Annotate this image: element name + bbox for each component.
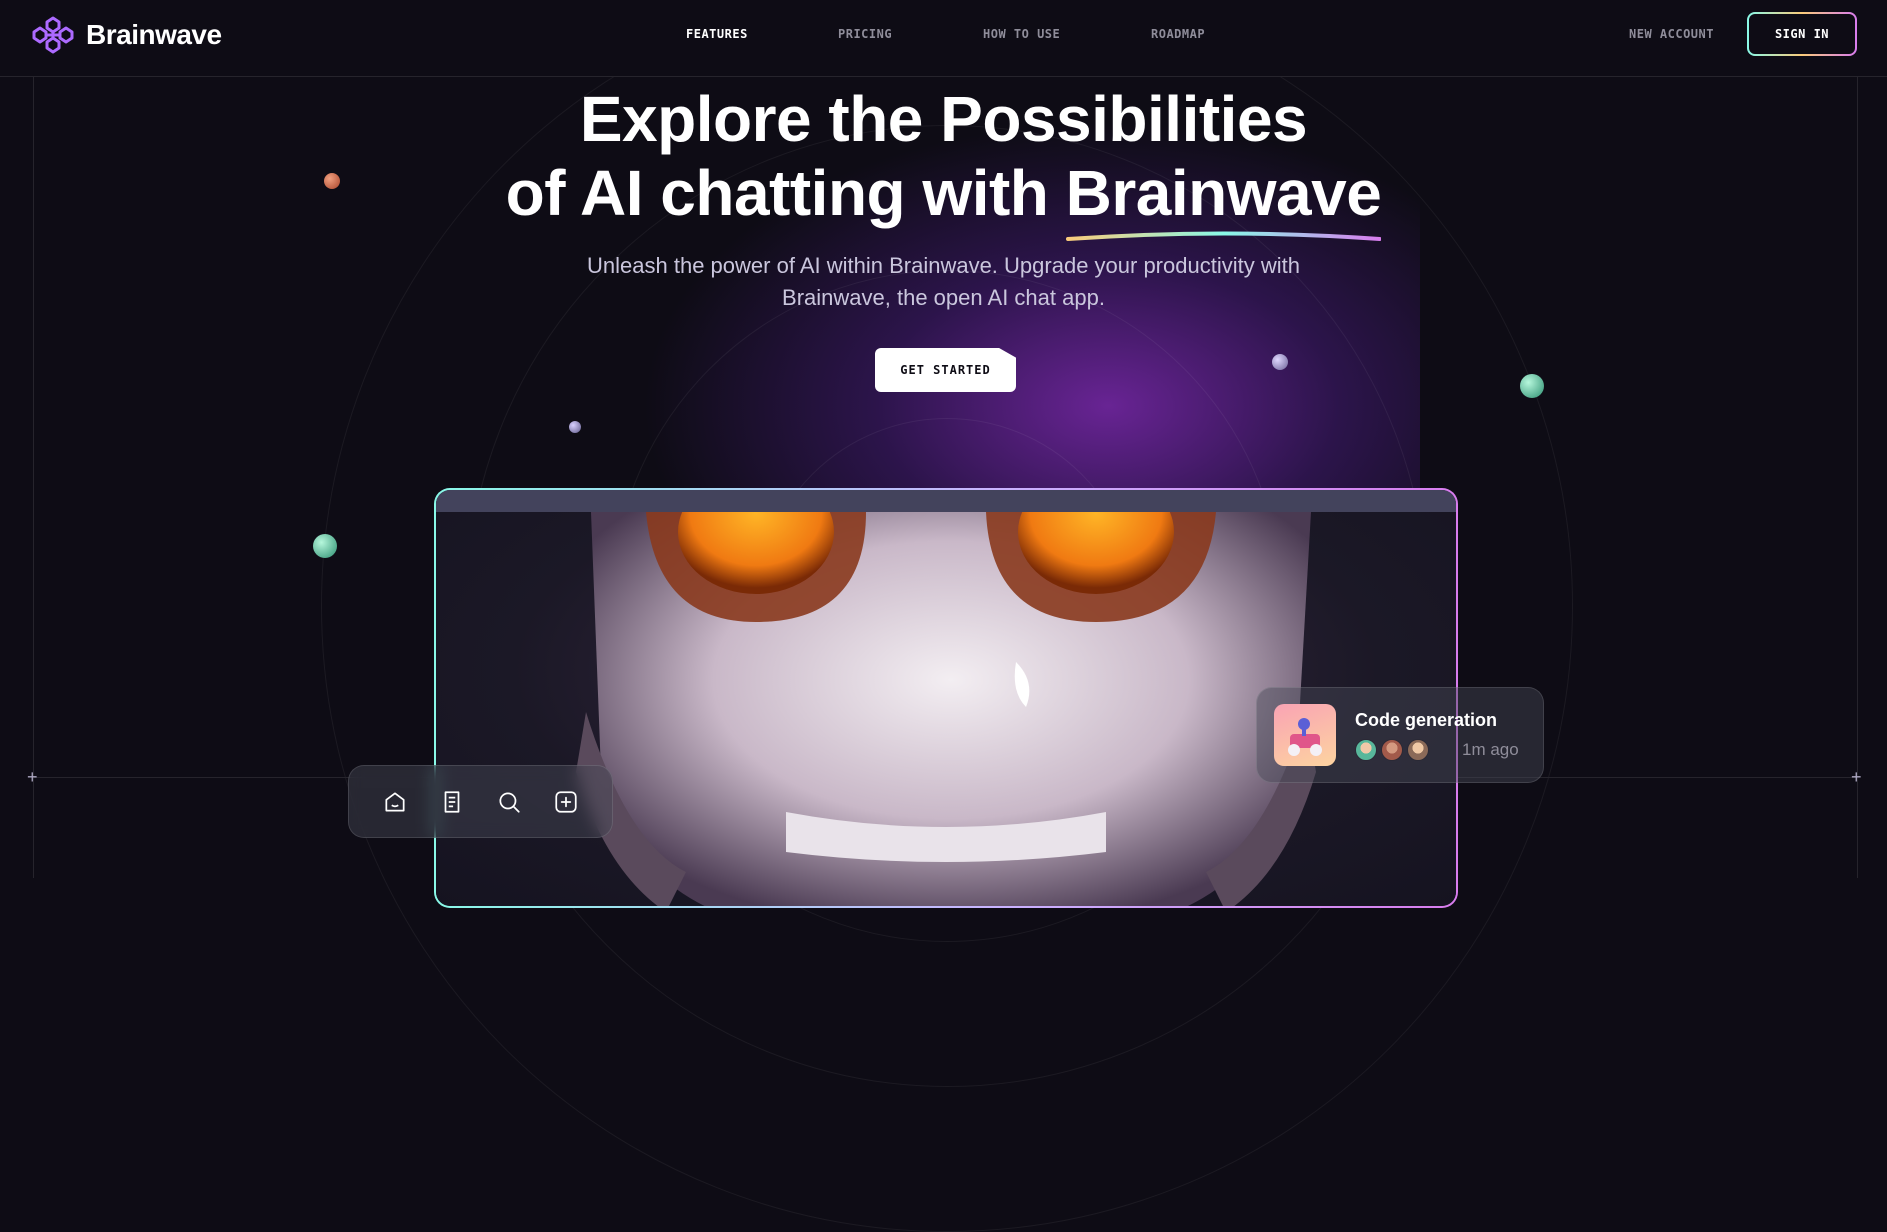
hero-title-highlight-text: Brainwave [1065,157,1382,229]
home-icon[interactable] [382,789,408,815]
brand-logo[interactable]: Brainwave [32,14,222,56]
search-icon[interactable] [496,789,522,815]
nav-item-features[interactable]: FEATURES [686,27,748,41]
nav-item-roadmap[interactable]: ROADMAP [1151,27,1205,41]
decor-planet-small [569,421,581,433]
plus-marker-icon: + [27,767,38,787]
get-started-button[interactable]: GET STARTED [875,348,1016,392]
site-header: Brainwave FEATURES PRICING HOW TO USE RO… [0,0,1887,77]
gradient-underline [1065,231,1382,241]
hero-subtitle: Unleash the power of AI within Brainwave… [587,253,1300,310]
avatar [1381,739,1403,761]
hero-title-line1: Explore the Possibilities [579,83,1308,155]
nav-item-pricing[interactable]: PRICING [838,27,892,41]
plus-marker-icon: + [1851,767,1862,787]
notification-title: Code generation [1355,710,1498,730]
notification-thumbnail [1274,704,1336,766]
avatar [1355,739,1377,761]
notification-card[interactable]: Code generation 1m ago [1256,687,1544,783]
sign-in-label: SIGN IN [1749,14,1855,54]
avatar [1407,739,1429,761]
sign-in-button[interactable]: SIGN IN [1747,12,1857,56]
nav-item-how-to-use[interactable]: HOW TO USE [983,27,1060,41]
decor-planet-green [1520,374,1544,398]
hero-title: Explore the Possibilities of AI chatting… [0,82,1887,241]
floating-toolbar [348,765,613,838]
preview-top-bar [436,490,1456,512]
add-square-icon[interactable] [553,789,579,815]
avatar-group [1355,739,1429,761]
new-account-link[interactable]: NEW ACCOUNT [1629,27,1714,41]
brainwave-logo-icon [32,16,74,54]
decor-planet-lilac [1272,354,1288,370]
hero-title-highlight: Brainwave [1065,156,1382,241]
brand-name: Brainwave [86,19,222,50]
decor-planet-green [313,534,337,558]
document-icon[interactable] [439,789,465,815]
hero-title-line2: of AI chatting with [505,157,1066,229]
robot-vehicle-icon [1288,718,1322,756]
notification-time: 1m ago [1462,740,1519,759]
